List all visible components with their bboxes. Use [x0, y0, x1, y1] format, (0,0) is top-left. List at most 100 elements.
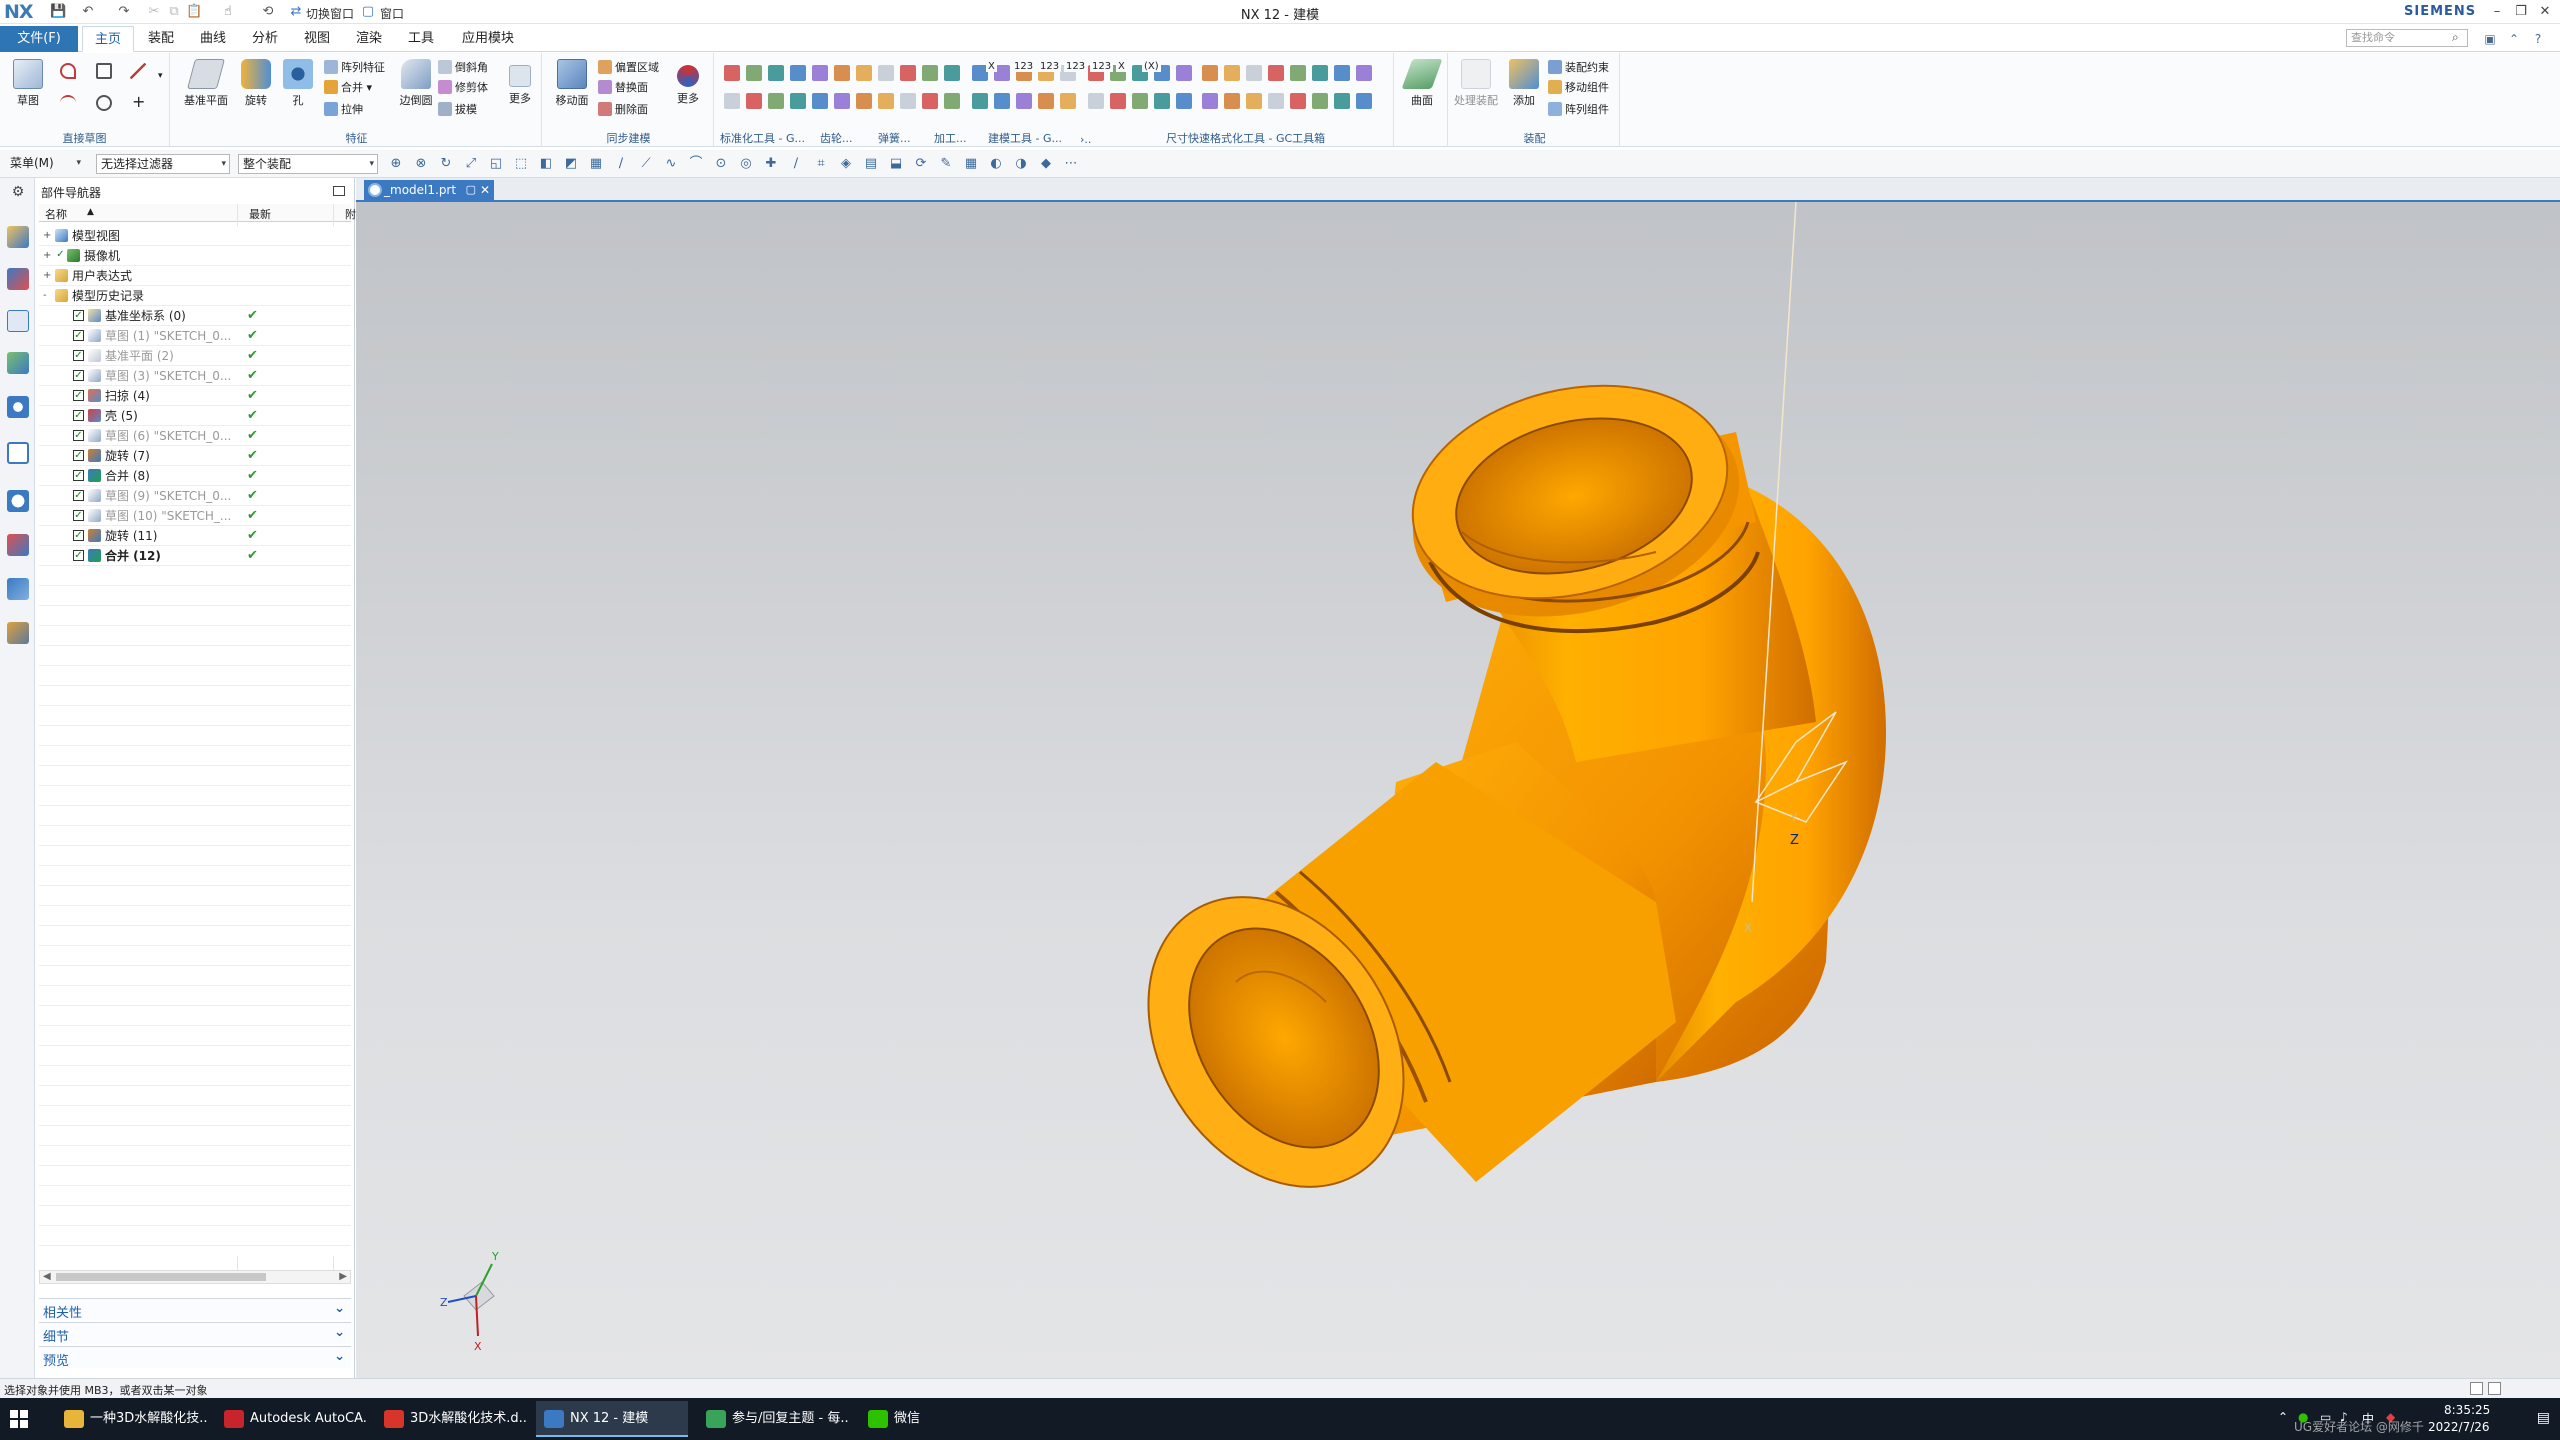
- scroll-left-icon[interactable]: ◀: [43, 1271, 51, 1282]
- unite-button[interactable]: 合并 ▾: [324, 79, 372, 97]
- line-icon[interactable]: [130, 63, 146, 79]
- selection-tool-icon[interactable]: ✚: [763, 156, 779, 172]
- maximize-icon[interactable]: [333, 186, 345, 196]
- tree-node[interactable]: ✓ 草图 (6) "SKETCH_0... ✔: [39, 426, 351, 446]
- selection-tool-icon[interactable]: ∕: [788, 156, 804, 172]
- scroll-right-icon[interactable]: ▶: [339, 1271, 347, 1282]
- gc-tool-icon[interactable]: [768, 65, 784, 81]
- selection-scope-select[interactable]: 整个装配 ▾: [238, 154, 378, 174]
- dimension-format-icon[interactable]: X: [986, 61, 997, 72]
- rectangle-icon[interactable]: [96, 63, 112, 79]
- trim-body-button[interactable]: 修剪体: [438, 79, 488, 97]
- gc-tool-icon[interactable]: [1334, 65, 1350, 81]
- taskbar-app[interactable]: Autodesk AutoCA...: [216, 1401, 368, 1437]
- column-extra[interactable]: 附: [345, 206, 356, 222]
- gc-tool-icon[interactable]: [1290, 93, 1306, 109]
- offset-region-button[interactable]: 偏置区域: [598, 59, 659, 77]
- selection-tool-icon[interactable]: ⌗: [813, 156, 829, 172]
- dimension-format-icon[interactable]: 123: [1012, 61, 1036, 72]
- gc-tool-icon[interactable]: [812, 65, 828, 81]
- more-sync-button[interactable]: 更多: [666, 59, 710, 121]
- replace-face-button[interactable]: 替换面: [598, 79, 648, 97]
- checkbox[interactable]: ✓: [73, 490, 84, 501]
- tab-file[interactable]: 文件(F): [0, 26, 78, 52]
- gear-icon[interactable]: ⚙: [7, 184, 29, 206]
- sketch-button[interactable]: 草图: [6, 59, 50, 121]
- tree-node[interactable]: + 模型视图: [39, 226, 351, 246]
- selection-tool-icon[interactable]: ⤢: [463, 156, 479, 172]
- reuse-library-icon[interactable]: [7, 352, 29, 374]
- gc-tool-icon[interactable]: [1268, 65, 1284, 81]
- tree-node[interactable]: ✓ 草图 (9) "SKETCH_0... ✔: [39, 486, 351, 506]
- constraint-navigator-icon[interactable]: [7, 268, 29, 290]
- selection-tool-icon[interactable]: ⊙: [713, 156, 729, 172]
- tree-node[interactable]: + 用户表达式: [39, 266, 351, 286]
- gc-tool-icon[interactable]: [972, 93, 988, 109]
- panel-details[interactable]: 细节 ⌄: [39, 1322, 351, 1345]
- point-icon[interactable]: +: [132, 93, 145, 111]
- taskbar-app[interactable]: 参与/回复主题 - 每...: [698, 1401, 850, 1437]
- tab-assembly[interactable]: 装配: [138, 26, 184, 52]
- move-face-button[interactable]: 移动面: [550, 59, 594, 121]
- cut-icon[interactable]: ✂: [146, 4, 162, 20]
- gc-tool-icon[interactable]: [1356, 65, 1372, 81]
- gc-tool-icon[interactable]: [834, 65, 850, 81]
- tab-home[interactable]: 主页: [82, 26, 134, 52]
- gc-tool-icon[interactable]: [878, 93, 894, 109]
- close-icon[interactable]: ✕: [480, 180, 490, 200]
- selection-tool-icon[interactable]: ∕: [613, 156, 629, 172]
- ghost-assembly-button[interactable]: 处理装配: [1454, 59, 1498, 121]
- pin-icon[interactable]: ▢: [466, 180, 476, 200]
- window-menu-icon[interactable]: ▢: [360, 4, 376, 20]
- checkbox[interactable]: ✓: [73, 550, 84, 561]
- gc-tool-icon[interactable]: [834, 93, 850, 109]
- minimize-icon[interactable]: –: [2486, 2, 2508, 22]
- selection-tool-icon[interactable]: ▦: [963, 156, 979, 172]
- elbow-body[interactable]: [1096, 354, 1886, 1234]
- column-name[interactable]: 名称: [45, 206, 67, 222]
- gc-tool-icon[interactable]: [1176, 65, 1192, 81]
- collapse-ribbon-icon[interactable]: ⌃: [2506, 31, 2522, 47]
- gc-tool-icon[interactable]: [790, 93, 806, 109]
- model-view[interactable]: Z Y X Y Z X: [356, 202, 2560, 1378]
- checkbox[interactable]: ✓: [73, 390, 84, 401]
- restore-icon[interactable]: ❐: [2510, 2, 2532, 22]
- selection-tool-icon[interactable]: ◩: [563, 156, 579, 172]
- checkbox[interactable]: ✓: [73, 430, 84, 441]
- selection-tool-icon[interactable]: ↻: [438, 156, 454, 172]
- document-tab[interactable]: _model1.prt ▢ ✕: [364, 180, 494, 200]
- gc-tool-icon[interactable]: [1224, 93, 1240, 109]
- status-icon[interactable]: [2470, 1382, 2483, 1395]
- gc-tool-icon[interactable]: [1060, 93, 1076, 109]
- gc-tool-icon[interactable]: [1110, 93, 1126, 109]
- arc-icon[interactable]: [60, 95, 76, 111]
- dimension-format-icon[interactable]: 123: [1038, 61, 1062, 72]
- process-studio-icon[interactable]: [7, 578, 29, 600]
- gc-tool-icon[interactable]: [790, 65, 806, 81]
- selection-tool-icon[interactable]: ⊕: [388, 156, 404, 172]
- hole-button[interactable]: 孔: [276, 59, 320, 121]
- type-filter-select[interactable]: 无选择过滤器 ▾: [96, 154, 230, 174]
- gc-tool-icon[interactable]: [1334, 93, 1350, 109]
- checkbox[interactable]: ✓: [73, 510, 84, 521]
- gc-tool-icon[interactable]: [1224, 65, 1240, 81]
- chamfer-button[interactable]: 倒斜角: [438, 59, 488, 77]
- more-feature-button[interactable]: 更多: [498, 59, 542, 121]
- expand-icon[interactable]: +: [43, 271, 51, 281]
- tree-node[interactable]: ✓ 基准坐标系 (0) ✔: [39, 306, 351, 326]
- gc-tool-icon[interactable]: [944, 65, 960, 81]
- gc-tool-icon[interactable]: [724, 65, 740, 81]
- move-component-button[interactable]: 移动组件: [1548, 79, 1609, 97]
- expand-icon[interactable]: +: [43, 251, 51, 261]
- visibility-check-icon[interactable]: ✓: [55, 250, 66, 261]
- selection-tool-icon[interactable]: ◆: [1038, 156, 1054, 172]
- close-icon[interactable]: ✕: [2534, 2, 2556, 22]
- tab-render[interactable]: 渲染: [346, 26, 392, 52]
- gc-tool-icon[interactable]: [1132, 93, 1148, 109]
- horizontal-scrollbar[interactable]: ◀ ▶: [39, 1270, 351, 1284]
- checkbox[interactable]: ✓: [73, 370, 84, 381]
- checkbox[interactable]: ✓: [73, 410, 84, 421]
- selection-tool-icon[interactable]: ◐: [988, 156, 1004, 172]
- selection-tool-icon[interactable]: ∿: [663, 156, 679, 172]
- graphics-window[interactable]: Z Y X Y Z X: [356, 202, 2560, 1378]
